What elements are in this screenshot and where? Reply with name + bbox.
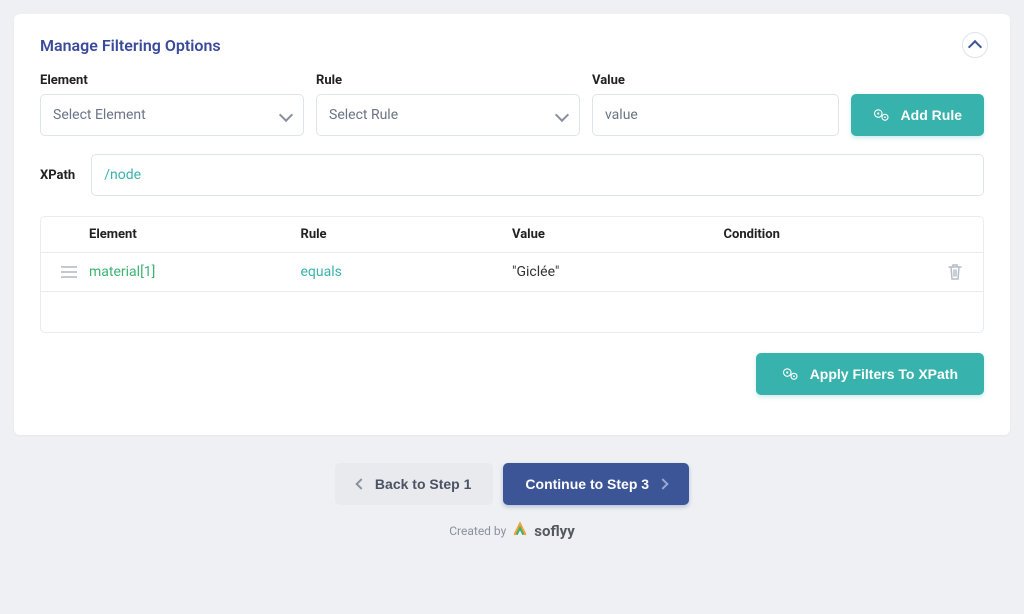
footer: Back to Step 1 Continue to Step 3 Create… — [14, 463, 1010, 540]
rules-table-head: Element Rule Value Condition — [41, 217, 983, 253]
row-rule: equals — [301, 264, 513, 280]
value-label: Value — [592, 73, 839, 88]
head-element: Element — [89, 227, 301, 242]
row-element: material[1] — [89, 264, 301, 280]
table-row: material[1] equals "Giclée" — [41, 253, 983, 292]
value-input-placeholder: value — [605, 107, 638, 123]
continue-label: Continue to Step 3 — [525, 476, 649, 492]
rule-select-placeholder: Select Rule — [329, 107, 398, 123]
back-label: Back to Step 1 — [375, 476, 471, 492]
element-label: Element — [40, 73, 304, 88]
rule-label: Rule — [316, 73, 580, 88]
element-field: Element Select Element — [40, 73, 304, 136]
drag-handle-icon[interactable] — [49, 266, 89, 278]
collapse-button[interactable] — [962, 32, 988, 58]
gear-icon — [782, 367, 800, 381]
table-spacer — [41, 292, 983, 332]
head-rule: Rule — [301, 227, 513, 242]
soflyy-logo-icon — [512, 521, 528, 540]
gear-icon — [873, 108, 891, 122]
rule-select[interactable]: Select Rule — [316, 94, 580, 136]
apply-filters-label: Apply Filters To XPath — [810, 366, 958, 382]
xpath-input[interactable]: /node — [91, 154, 984, 196]
add-rule-label: Add Rule — [901, 107, 962, 123]
value-field: Value value — [592, 73, 839, 136]
brand-name: soflyy — [534, 522, 574, 540]
head-condition: Condition — [724, 227, 936, 242]
nav-row: Back to Step 1 Continue to Step 3 — [335, 463, 689, 505]
created-by-text: Created by — [449, 524, 506, 538]
continue-button[interactable]: Continue to Step 3 — [503, 463, 689, 505]
xpath-label: XPath — [40, 168, 75, 183]
apply-filters-button[interactable]: Apply Filters To XPath — [756, 353, 984, 395]
rule-field: Rule Select Rule — [316, 73, 580, 136]
head-value: Value — [512, 227, 724, 242]
xpath-row: XPath /node — [40, 154, 984, 196]
element-select[interactable]: Select Element — [40, 94, 304, 136]
delete-rule-button[interactable] — [935, 263, 975, 281]
filter-controls-row: Element Select Element Rule Select Rule … — [40, 73, 984, 136]
filtering-card: Manage Filtering Options Element Select … — [14, 14, 1010, 435]
element-select-placeholder: Select Element — [53, 107, 146, 123]
rules-table: Element Rule Value Condition material[1]… — [40, 216, 984, 333]
value-input[interactable]: value — [592, 94, 839, 136]
chevron-down-icon — [555, 108, 569, 122]
back-button[interactable]: Back to Step 1 — [335, 463, 493, 505]
chevron-left-icon — [355, 478, 366, 489]
chevron-right-icon — [657, 478, 668, 489]
add-rule-button[interactable]: Add Rule — [851, 94, 984, 136]
row-value: "Giclée" — [512, 264, 724, 280]
apply-row: Apply Filters To XPath — [40, 353, 984, 395]
chevron-down-icon — [279, 108, 293, 122]
xpath-value: /node — [104, 167, 141, 183]
card-title: Manage Filtering Options — [40, 36, 984, 55]
chevron-up-icon — [968, 39, 982, 53]
credit: Created by soflyy — [449, 521, 575, 540]
